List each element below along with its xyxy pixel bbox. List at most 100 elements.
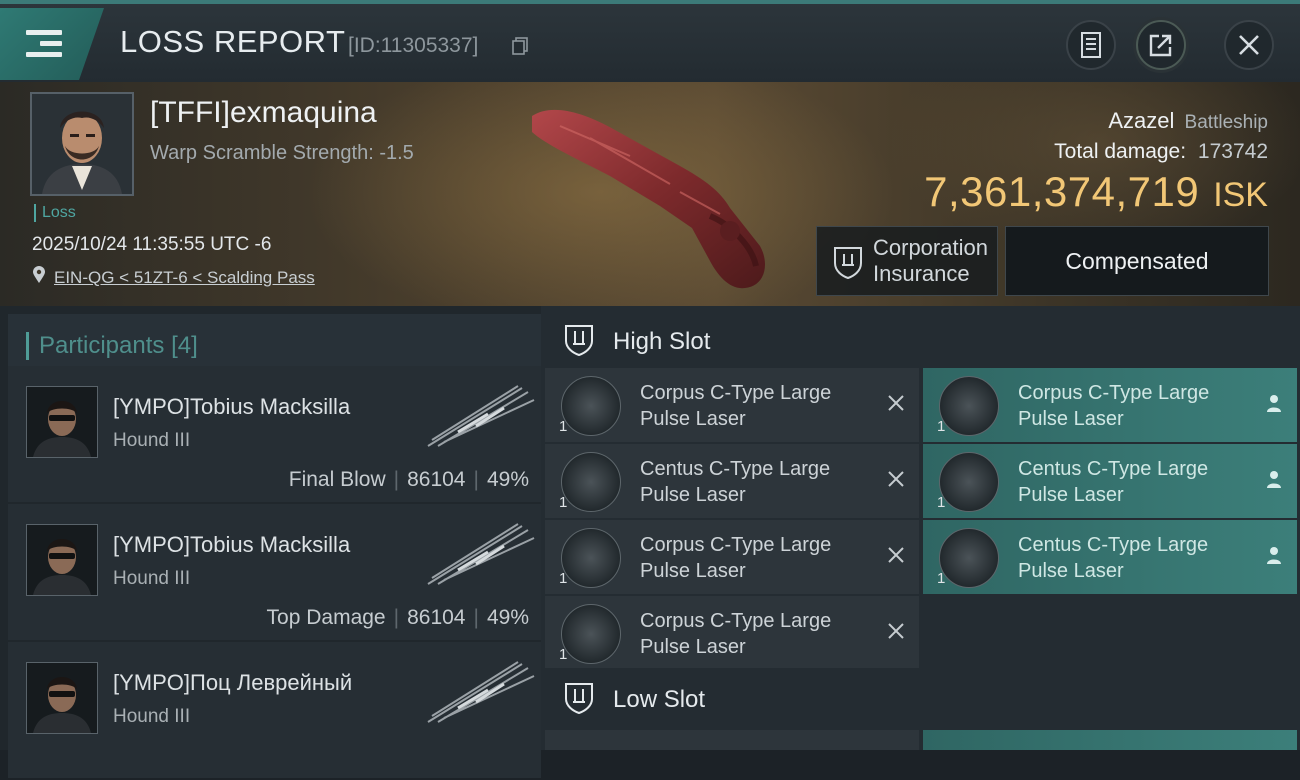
document-icon xyxy=(1081,32,1101,58)
module-name: Centus C-Type Large Pulse Laser xyxy=(1018,458,1209,506)
module-item[interactable]: 1 Corpus C-Type Large Pulse Laser xyxy=(923,368,1297,442)
participant-name[interactable]: [YMPO]Tobius Macksilla xyxy=(113,532,350,558)
high-slot-icon xyxy=(565,325,593,356)
participant-portrait-image xyxy=(27,387,97,457)
total-damage-value: 173742 xyxy=(1197,140,1268,163)
copy-icon[interactable] xyxy=(512,37,528,55)
victim-portrait[interactable] xyxy=(30,92,134,196)
module-item[interactable]: 1 Centus C-Type Large Pulse Laser xyxy=(923,444,1297,518)
participant-ship: Hound III xyxy=(113,568,191,589)
participant-row[interactable]: [YMPO]Tobius Macksilla Hound III Top Dam… xyxy=(8,504,541,640)
participant-damage: 86104 xyxy=(407,468,466,491)
high-slot-header: High Slot xyxy=(541,310,1300,370)
module-name: Corpus C-Type Large Pulse Laser xyxy=(640,534,832,582)
document-button[interactable] xyxy=(1066,20,1116,70)
ship-type[interactable]: Azazel xyxy=(1108,108,1174,133)
module-quantity: 1 xyxy=(559,494,568,511)
isk-value-row: 7,361,374,719 ISK xyxy=(924,168,1268,216)
destroyed-x-icon xyxy=(888,623,904,639)
participant-percent: 49% xyxy=(486,468,529,491)
low-slot-title: Low Slot xyxy=(613,686,706,713)
destroyed-x-icon xyxy=(888,471,904,487)
destroyed-x-icon xyxy=(888,395,904,411)
destroyed-x-icon xyxy=(888,547,904,563)
participant-ship-image xyxy=(427,385,535,447)
module-name: Corpus C-Type Large Pulse Laser xyxy=(640,382,832,430)
module-item[interactable]: 1 Corpus C-Type Large Pulse Laser xyxy=(545,520,919,594)
module-name: Corpus C-Type Large Pulse Laser xyxy=(1018,382,1210,430)
module-quantity: 1 xyxy=(937,570,946,587)
participants-list[interactable]: [YMPO]Tobius Macksilla Hound III Final B… xyxy=(8,366,541,780)
participant-ship: Hound III xyxy=(113,706,191,727)
participant-name[interactable]: [YMPO]Tobius Macksilla xyxy=(113,394,350,420)
participant-portrait-image xyxy=(27,663,97,733)
pulse-laser-icon xyxy=(561,376,621,436)
participants-panel: Participants [4] [YMPO]Tobius Macksilla … xyxy=(0,306,541,778)
module-quantity: 1 xyxy=(937,418,946,435)
participant-name[interactable]: [YMPO]Поц Левpейный xyxy=(113,670,352,696)
ship-class: Battleship xyxy=(1184,112,1268,133)
participant-damage: 86104 xyxy=(407,606,466,629)
fitting-panel: High Slot 1 Corpus C-Type Large Pulse Las… xyxy=(541,306,1300,750)
module-item[interactable]: 1 Centus C-Type Large Pulse Laser xyxy=(923,520,1297,594)
high-slot-title: High Slot xyxy=(613,328,711,355)
total-damage: Total damage: 173742 xyxy=(1054,140,1268,164)
share-button[interactable] xyxy=(1136,20,1186,70)
participant-avatar[interactable] xyxy=(26,386,98,458)
participants-header: Participants [4] xyxy=(8,314,541,372)
participant-ship: Hound III xyxy=(113,430,191,451)
module-item[interactable]: 1 Corpus C-Type Large Pulse Laser xyxy=(545,368,919,442)
report-id: [ID:11305337] xyxy=(348,34,479,57)
module-item-partial[interactable] xyxy=(545,730,919,750)
low-slot-header: Low Slot xyxy=(541,668,1300,728)
participants-count: [4] xyxy=(171,332,198,359)
location-pin-icon xyxy=(33,266,45,283)
participants-title-text: Participants xyxy=(39,332,165,359)
victim-name[interactable]: [TFFI]exmaquina xyxy=(150,96,377,130)
pulse-laser-icon xyxy=(939,452,999,512)
module-name: Corpus C-Type Large Pulse Laser xyxy=(640,610,832,658)
module-quantity: 1 xyxy=(559,418,568,435)
insurance-label-line-2: Insurance xyxy=(873,261,970,286)
close-button[interactable] xyxy=(1224,20,1274,70)
dropped-person-icon xyxy=(1267,471,1281,488)
participant-role: Top Damage xyxy=(266,606,386,629)
insurance-label: Corporation Insurance xyxy=(873,235,988,287)
ship-render xyxy=(532,109,765,289)
module-item[interactable]: 1 Corpus C-Type Large Pulse Laser xyxy=(545,596,919,670)
module-item-partial[interactable] xyxy=(923,730,1297,750)
insurance-label-line-1: Corporation xyxy=(873,235,988,260)
menu-icon xyxy=(26,30,62,58)
isk-value: 7,361,374,719 xyxy=(924,168,1200,215)
participant-ship-image xyxy=(427,661,535,723)
corporation-insurance-button[interactable]: Corporation Insurance xyxy=(816,226,998,296)
participant-avatar[interactable] xyxy=(26,524,98,596)
menu-button[interactable] xyxy=(0,8,104,80)
compensated-button[interactable]: Compensated xyxy=(1005,226,1269,296)
pulse-laser-icon xyxy=(939,528,999,588)
location-link[interactable]: EIN-QG < 51ZT-6 < Scalding Pass xyxy=(54,268,315,288)
participant-stats: Final Blow | 86104 | 49% xyxy=(288,468,529,491)
timestamp: 2025/10/24 11:35:55 UTC -6 xyxy=(32,234,272,255)
participant-role: Final Blow xyxy=(288,468,386,491)
loss-tag: Loss xyxy=(34,204,76,222)
close-icon xyxy=(1239,35,1259,55)
victim-summary: [TFFI]exmaquina Warp Scramble Strength: … xyxy=(0,82,1300,306)
participant-percent: 49% xyxy=(486,606,529,629)
participant-row[interactable]: [YMPO]Поц Левpейный Hound III xyxy=(8,642,541,778)
pulse-laser-icon xyxy=(561,452,621,512)
participant-stats: Top Damage | 86104 | 49% xyxy=(266,606,529,629)
module-name: Centus C-Type Large Pulse Laser xyxy=(640,458,831,506)
module-item[interactable]: 1 Centus C-Type Large Pulse Laser xyxy=(545,444,919,518)
participants-title: Participants [4] xyxy=(26,332,198,360)
low-slot-icon xyxy=(565,683,593,714)
insurance-shield-icon xyxy=(834,247,862,279)
pulse-laser-icon xyxy=(939,376,999,436)
ship-name: Azazel Battleship xyxy=(1108,108,1268,134)
module-quantity: 1 xyxy=(559,646,568,663)
module-quantity: 1 xyxy=(937,494,946,511)
share-icon xyxy=(1149,34,1172,57)
participant-row[interactable]: [YMPO]Tobius Macksilla Hound III Final B… xyxy=(8,366,541,502)
participant-portrait-image xyxy=(27,525,97,595)
participant-avatar[interactable] xyxy=(26,662,98,734)
